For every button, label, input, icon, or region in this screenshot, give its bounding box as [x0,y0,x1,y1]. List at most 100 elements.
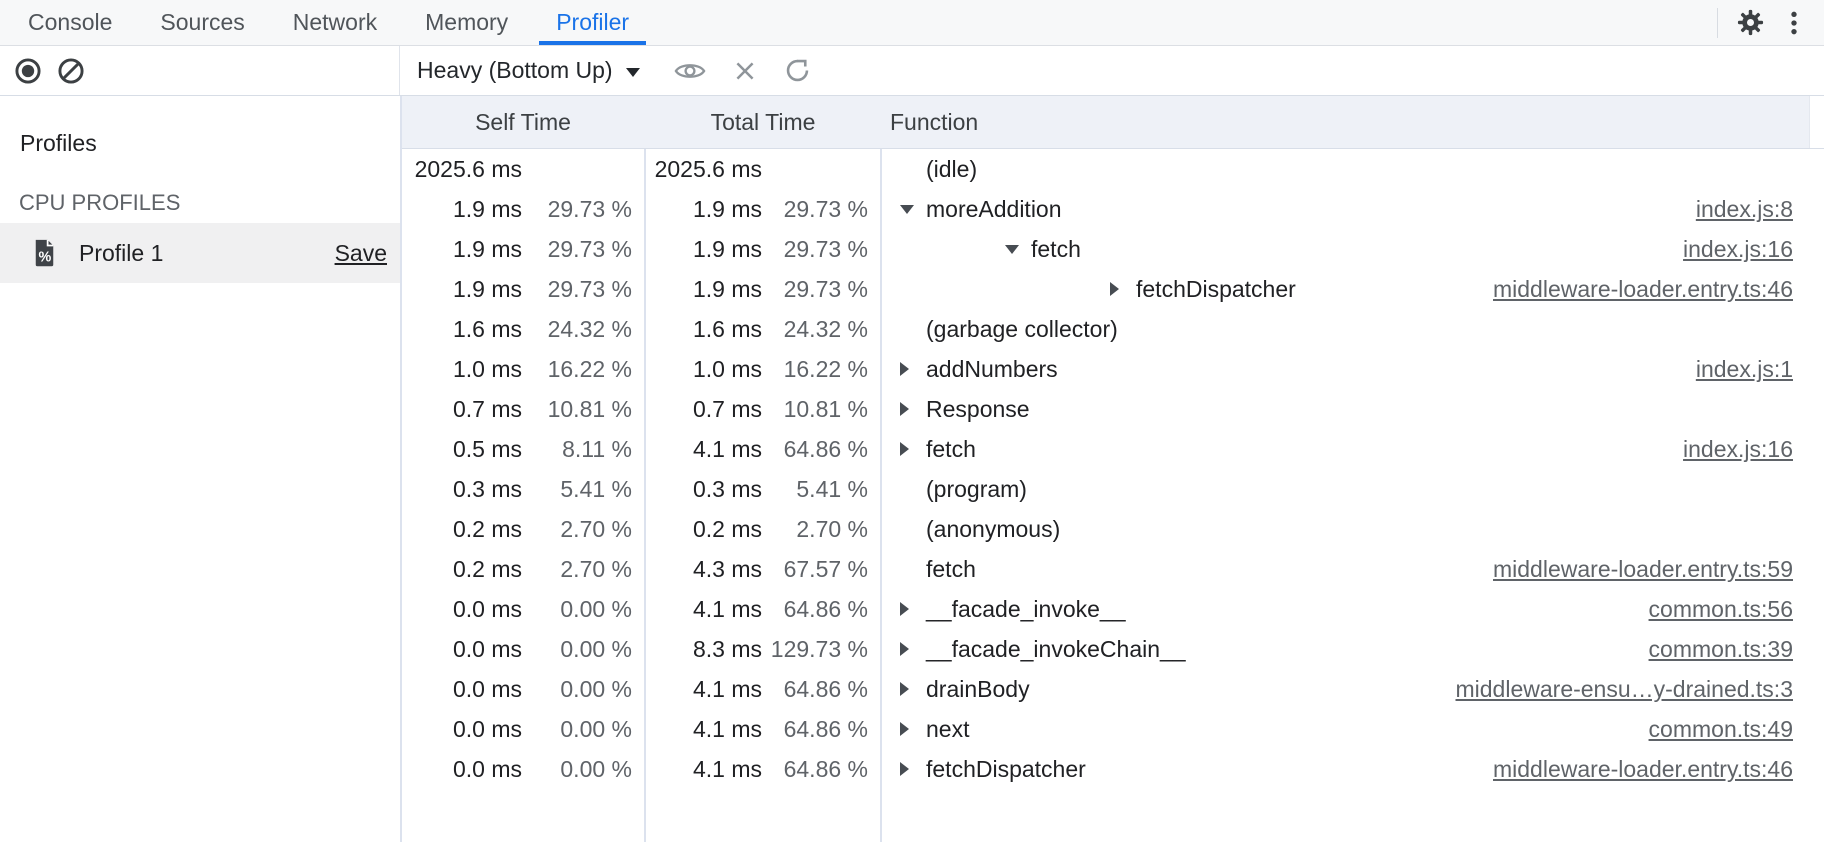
source-link[interactable]: middleware-loader.entry.ts:59 [1493,549,1793,589]
tab-network[interactable]: Network [276,0,394,45]
source-link[interactable]: common.ts:39 [1649,629,1793,669]
self-time-percent: 0.00 % [522,749,632,789]
profile-view-dropdown[interactable]: Heavy (Bottom Up) [417,57,640,84]
total-time-ms: 4.1 ms [646,429,762,469]
total-time-ms: 4.1 ms [646,709,762,749]
source-link[interactable]: middleware-loader.entry.ts:46 [1493,749,1793,789]
tab-label: Network [293,9,377,36]
expand-arrow-icon[interactable] [900,389,926,429]
profile-row[interactable]: 1.9 ms29.73 %1.9 ms29.73 %fetchindex.js:… [402,229,1824,269]
total-time-percent: 16.22 % [762,349,868,389]
function-cell: fetch [882,549,976,589]
column-header-total-time[interactable]: Total Time [646,96,880,148]
total-time-percent: 5.41 % [762,469,868,509]
expand-arrow-icon[interactable] [900,429,926,469]
profile-name: Profile 1 [79,240,163,267]
total-time-percent: 29.73 % [762,269,868,309]
function-name: drainBody [926,669,1030,709]
profile-row[interactable]: 0.2 ms2.70 %4.3 ms67.57 %fetchmiddleware… [402,549,1824,589]
column-header-function[interactable]: Function [890,96,978,148]
profile-row[interactable]: 0.0 ms0.00 %4.1 ms64.86 %nextcommon.ts:4… [402,709,1824,749]
cpu-profiles-section-label: CPU PROFILES [19,190,180,216]
self-time-ms: 0.7 ms [402,389,522,429]
expand-arrow-icon[interactable] [900,749,926,789]
sidebar-item-profile-1[interactable]: % Profile 1 Save [0,223,400,283]
total-time-percent: 64.86 % [762,669,868,709]
self-time-percent: 29.73 % [522,269,632,309]
divider [1717,8,1718,38]
settings-button[interactable] [1728,2,1772,44]
self-time-ms: 1.9 ms [402,229,522,269]
self-time-percent: 2.70 % [522,509,632,549]
tab-label: Memory [425,9,508,36]
self-time-ms: 0.3 ms [402,469,522,509]
profile-row[interactable]: 0.0 ms0.00 %4.1 ms64.86 %drainBodymiddle… [402,669,1824,709]
source-link[interactable]: middleware-ensu…y-drained.ts:3 [1456,669,1794,709]
tab-memory[interactable]: Memory [408,0,525,45]
source-link[interactable]: index.js:16 [1683,429,1793,469]
record-button[interactable] [14,57,42,85]
function-name: fetchDispatcher [1136,269,1296,309]
source-link[interactable]: common.ts:56 [1649,589,1793,629]
self-time-ms: 0.0 ms [402,709,522,749]
profile-row[interactable]: 0.0 ms0.00 %4.1 ms64.86 %__facade_invoke… [402,589,1824,629]
self-time-ms: 0.2 ms [402,509,522,549]
total-time-ms: 4.3 ms [646,549,762,589]
tabbar-right-controls [1717,0,1816,45]
source-link[interactable]: index.js:8 [1696,189,1793,229]
clear-profiles-button[interactable] [57,57,85,85]
profile-row[interactable]: 2025.6 ms2025.6 ms(idle) [402,149,1824,189]
function-name: (anonymous) [926,509,1060,549]
source-link[interactable]: index.js:16 [1683,229,1793,269]
self-time-percent: 29.73 % [522,229,632,269]
profile-row[interactable]: 1.9 ms29.73 %1.9 ms29.73 %fetchDispatche… [402,269,1824,309]
profile-row[interactable]: 0.3 ms5.41 %0.3 ms5.41 %(program) [402,469,1824,509]
source-link[interactable]: middleware-loader.entry.ts:46 [1493,269,1793,309]
profiles-sidebar: Profiles CPU PROFILES % Profile 1 Save [0,96,400,842]
exclude-function-button[interactable] [732,58,758,84]
save-profile-link[interactable]: Save [335,240,387,267]
source-link[interactable]: index.js:1 [1696,349,1793,389]
profile-row[interactable]: 0.7 ms10.81 %0.7 ms10.81 %Response [402,389,1824,429]
function-cell: (garbage collector) [882,309,1118,349]
function-cell: fetch [882,429,976,469]
column-header-self-time[interactable]: Self Time [402,96,644,148]
grid-header: Self Time Total Time Function [402,96,1824,149]
expand-arrow-icon[interactable] [900,709,926,749]
expand-arrow-icon[interactable] [900,589,926,629]
more-options-button[interactable] [1772,2,1816,44]
focus-function-button[interactable] [674,59,706,83]
tab-profiler[interactable]: Profiler [539,0,646,45]
active-tab-underline [539,41,646,45]
profile-row[interactable]: 1.9 ms29.73 %1.9 ms29.73 %moreAdditionin… [402,189,1824,229]
total-time-percent: 24.32 % [762,309,868,349]
profile-row[interactable]: 1.0 ms16.22 %1.0 ms16.22 %addNumbersinde… [402,349,1824,389]
expand-arrow-icon[interactable] [900,669,926,709]
kebab-menu-icon [1780,8,1808,38]
indent-spacer [900,469,926,509]
self-time-percent: 0.00 % [522,629,632,669]
profile-row[interactable]: 0.0 ms0.00 %4.1 ms64.86 %fetchDispatcher… [402,749,1824,789]
restore-functions-button[interactable] [784,57,811,84]
function-name: fetch [1031,229,1081,269]
total-time-percent: 129.73 % [762,629,868,669]
function-cell: (anonymous) [882,509,1060,549]
profile-row[interactable]: 0.5 ms8.11 %4.1 ms64.86 %fetchindex.js:1… [402,429,1824,469]
profile-row[interactable]: 0.0 ms0.00 %8.3 ms129.73 %__facade_invok… [402,629,1824,669]
tab-sources[interactable]: Sources [143,0,261,45]
expand-arrow-icon[interactable] [900,349,926,389]
collapse-arrow-icon[interactable] [900,189,926,229]
expand-arrow-icon[interactable] [1110,269,1136,309]
total-time-ms: 2025.6 ms [646,149,762,189]
profile-row[interactable]: 0.2 ms2.70 %0.2 ms2.70 %(anonymous) [402,509,1824,549]
tab-console[interactable]: Console [11,0,129,45]
function-cell: drainBody [882,669,1030,709]
function-name: fetch [926,429,976,469]
function-cell: (idle) [882,149,977,189]
source-link[interactable]: common.ts:49 [1649,709,1793,749]
expand-arrow-icon[interactable] [900,629,926,669]
collapse-arrow-icon[interactable] [1005,229,1031,269]
function-name: (idle) [926,149,977,189]
profile-row[interactable]: 1.6 ms24.32 %1.6 ms24.32 %(garbage colle… [402,309,1824,349]
function-name: addNumbers [926,349,1058,389]
